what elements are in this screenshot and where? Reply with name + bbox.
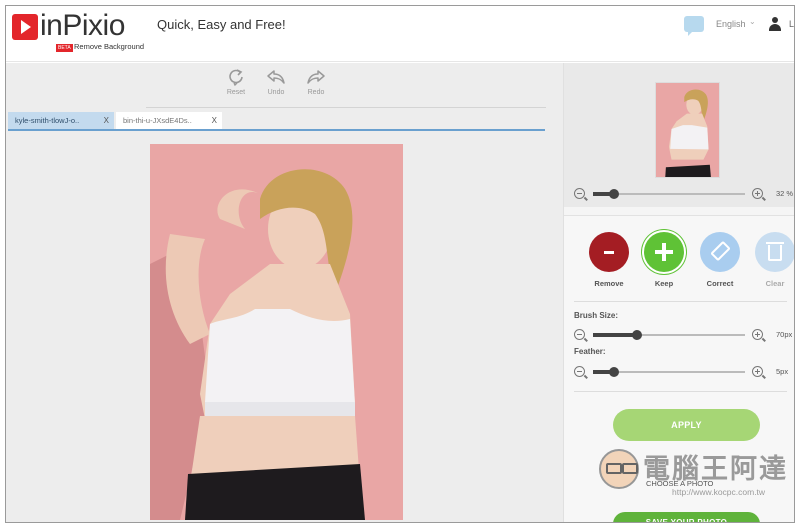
edit-toolbar: Reset Undo Redo xyxy=(216,67,336,103)
brand-subtitle: Remove Background xyxy=(74,42,145,51)
watermark-text: 電腦王阿達 xyxy=(643,454,788,485)
apply-button[interactable]: APPLY xyxy=(613,409,760,441)
watermark-url: http://www.kocpc.com.tw xyxy=(672,487,766,497)
keep-tool-button[interactable]: Keep xyxy=(636,232,692,288)
clear-tool-button[interactable]: Clear xyxy=(747,232,794,288)
watermark-face-icon xyxy=(599,449,639,489)
chevron-down-icon[interactable]: ⌄ xyxy=(749,17,756,26)
zoom-slider: 32 % xyxy=(574,188,794,202)
workspace: Reset Undo Redo kyle-smith-tlowJ-o.. X b… xyxy=(6,63,563,522)
tagline: Quick, Easy and Free! xyxy=(157,17,286,32)
clear-label: Clear xyxy=(765,279,785,288)
language-chat-icon[interactable] xyxy=(684,16,704,36)
zoom-value: 32 % xyxy=(776,189,794,198)
app-window: inPixio BETA Remove Background Quick, Ea… xyxy=(5,5,795,523)
feather-increase-icon[interactable] xyxy=(752,366,766,379)
brush-decrease-icon[interactable] xyxy=(574,329,588,342)
brush-fill xyxy=(593,333,638,337)
logo[interactable]: inPixio BETA Remove Background xyxy=(12,9,162,56)
tools-divider xyxy=(574,301,787,302)
brush-track[interactable] xyxy=(593,330,745,340)
brush-increase-icon[interactable] xyxy=(752,329,766,342)
zoom-track[interactable] xyxy=(593,189,745,199)
feather-decrease-icon[interactable] xyxy=(574,366,588,379)
brush-size-label: Brush Size: xyxy=(574,311,619,320)
feather-track[interactable] xyxy=(593,367,745,377)
tab-image-2[interactable]: bin-thi-u-JXsdE4Ds.. X xyxy=(116,112,222,129)
zoom-in-icon[interactable] xyxy=(752,188,766,201)
tab-close-icon[interactable]: X xyxy=(104,112,109,129)
preview-area: 32 % xyxy=(564,63,794,207)
watermark: 電腦王阿達 http://www.kocpc.com.tw xyxy=(599,446,794,504)
feather-value: 5px xyxy=(776,367,789,376)
user-name[interactable]: L xyxy=(789,19,794,29)
remove-tool-button[interactable]: Remove xyxy=(581,232,637,288)
preview-thumbnail xyxy=(655,82,720,178)
user-icon[interactable] xyxy=(768,17,782,31)
feather-slider: 5px xyxy=(574,366,794,380)
brush-size-value: 70px xyxy=(776,330,793,339)
redo-button[interactable]: Redo xyxy=(298,67,334,96)
keep-plus-icon xyxy=(644,232,684,272)
correct-tool-button[interactable]: Correct xyxy=(692,232,748,288)
save-photo-button[interactable]: SAVE YOUR PHOTO xyxy=(613,512,760,522)
zoom-knob[interactable] xyxy=(609,189,620,199)
eraser-icon xyxy=(700,232,740,272)
redo-icon xyxy=(307,70,325,84)
beta-badge: BETA xyxy=(56,44,73,52)
undo-label: Undo xyxy=(267,89,285,96)
play-logo-icon xyxy=(12,14,38,40)
reset-icon xyxy=(229,69,243,87)
tab-label: bin-thi-u-JXsdE4Ds.. xyxy=(123,116,192,125)
undo-button[interactable]: Undo xyxy=(258,67,294,96)
tab-image-1[interactable]: kyle-smith-tlowJ-o.. X xyxy=(8,112,114,129)
brush-knob[interactable] xyxy=(632,330,643,340)
trash-icon xyxy=(755,232,794,272)
keep-label: Keep xyxy=(654,279,674,288)
photo-woman-image xyxy=(150,144,403,520)
settings-divider xyxy=(574,391,787,392)
undo-icon xyxy=(267,70,285,84)
thumbnail-image xyxy=(656,83,719,177)
tab-label: kyle-smith-tlowJ-o.. xyxy=(15,116,80,125)
reset-button[interactable]: Reset xyxy=(218,67,254,96)
toolbar-divider xyxy=(146,107,546,108)
tab-close-icon[interactable]: X xyxy=(212,112,217,129)
language-selector[interactable]: English xyxy=(716,19,746,29)
zoom-out-icon[interactable] xyxy=(574,188,588,201)
brand-name: inPixio xyxy=(40,9,125,42)
edit-canvas-photo[interactable] xyxy=(150,144,403,520)
correct-label: Correct xyxy=(706,279,734,288)
remove-minus-icon xyxy=(589,232,629,272)
redo-label: Redo xyxy=(307,89,325,96)
reset-label: Reset xyxy=(226,89,246,96)
remove-label: Remove xyxy=(594,279,624,288)
feather-knob[interactable] xyxy=(609,367,620,377)
header: inPixio BETA Remove Background Quick, Ea… xyxy=(6,6,794,62)
feather-label: Feather: xyxy=(574,347,606,356)
image-tabs: kyle-smith-tlowJ-o.. X bin-thi-u-JXsdE4D… xyxy=(8,112,545,131)
brush-size-slider: 70px xyxy=(574,329,794,343)
